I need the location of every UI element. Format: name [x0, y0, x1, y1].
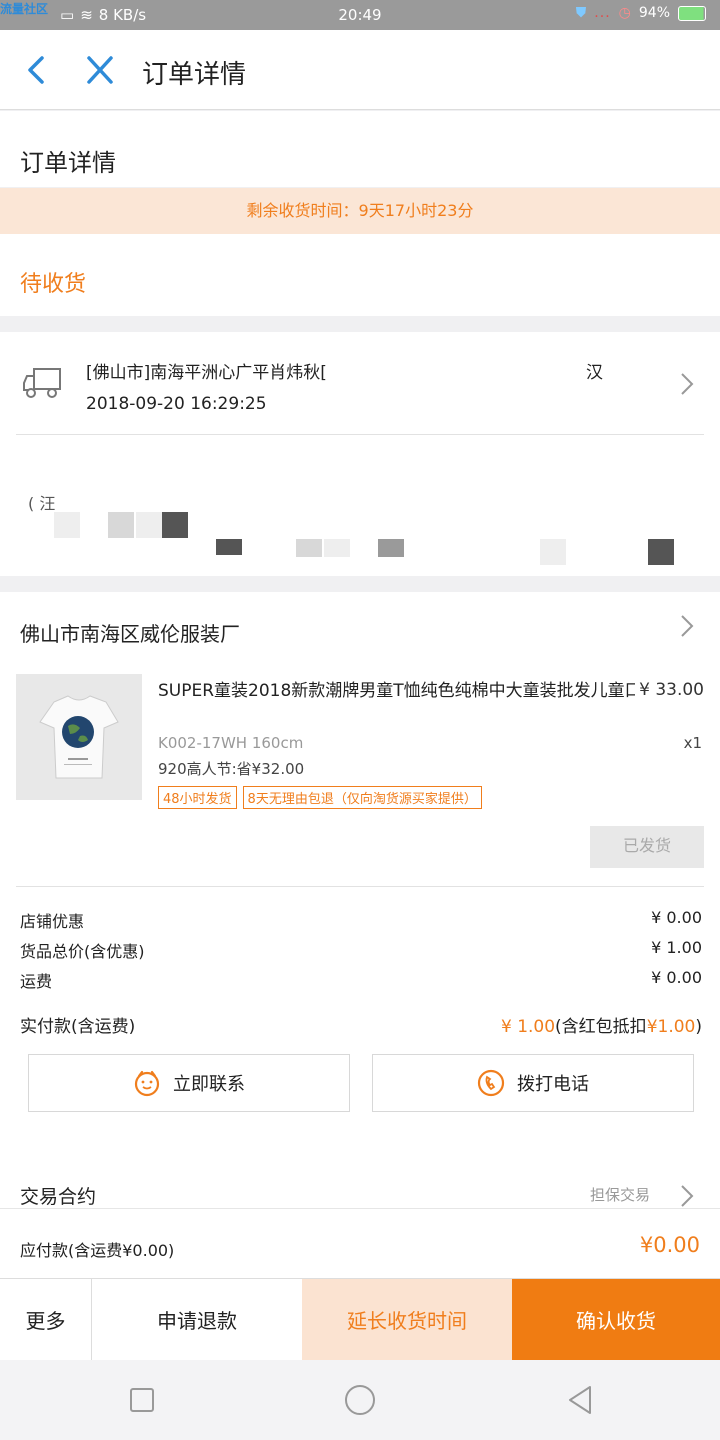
- product-title-text: SUPER童装2018新款潮牌男童T恤纯色纯棉中大童装批发儿童口袋t恤: [158, 681, 683, 701]
- contact-label: 立即联系: [173, 1074, 245, 1095]
- tshirt-image: [16, 674, 142, 800]
- battery-level: 94%: [638, 5, 670, 21]
- close-icon[interactable]: [84, 52, 116, 88]
- order-status: 待收货: [0, 234, 720, 316]
- redacted-block: [324, 539, 350, 557]
- top-nav: 订单详情: [0, 30, 720, 110]
- apply-refund-button[interactable]: 申请退款: [92, 1279, 302, 1360]
- payable-row: 应付款(含运费¥0.00) ¥0.00: [0, 1208, 720, 1278]
- fee-row-goods-total: 货品总价(含优惠) ¥ 1.00: [20, 938, 702, 962]
- payable-label: 应付款(含运费¥0.00): [20, 1241, 175, 1260]
- call-phone-button[interactable]: 拨打电话: [372, 1054, 694, 1112]
- shipped-status-button[interactable]: 已发货: [590, 826, 704, 868]
- fee-label: 运费: [20, 972, 53, 991]
- contract-label: 交易合约: [20, 1186, 97, 1208]
- fee-value: ¥ 0.00: [651, 968, 702, 987]
- truck-icon: [23, 368, 61, 398]
- redacted-block: [162, 512, 188, 538]
- product-quantity: x1: [683, 734, 702, 752]
- redacted-block: [378, 539, 404, 557]
- receive-countdown-banner: 剩余收货时间：9天17小时23分: [0, 188, 720, 234]
- status-bar: 流量社区 ▭ ≋ 8 KB/s 20:49 ⛊ ... ◷ 94%: [0, 0, 720, 30]
- fee-value: ¥ 1.00: [651, 938, 702, 957]
- trade-contract-row[interactable]: 交易合约 担保交易: [0, 1156, 720, 1208]
- fee-row-shop-discount: 店铺优惠 ¥ 0.00: [20, 908, 702, 932]
- paid-amount: ¥ 1.00: [500, 1017, 556, 1037]
- product-title[interactable]: SUPER童装2018新款潮牌男童T恤纯色纯棉中大童装批发儿童口袋t恤: [158, 678, 706, 704]
- shield-icon: ⛊: [575, 5, 587, 21]
- recent-apps-icon[interactable]: [124, 1382, 160, 1418]
- recipient-info: ( 汪: [28, 494, 56, 513]
- more-dots-icon: ...: [594, 5, 611, 21]
- chevron-right-icon[interactable]: [680, 1184, 694, 1208]
- divider: [16, 886, 704, 887]
- redacted-block: [540, 539, 566, 565]
- header-title: 订单详情: [142, 60, 247, 90]
- redacted-block: [136, 512, 162, 538]
- shop-name[interactable]: 佛山市南海区威伦服装厂: [20, 618, 240, 647]
- fee-value: ¥ 0.00: [651, 908, 702, 927]
- battery-icon: [678, 5, 706, 21]
- fee-label: 店铺优惠: [20, 912, 85, 931]
- product-sku: K002-17WH 160cm: [158, 734, 304, 752]
- extend-receive-time-button[interactable]: 延长收货时间: [302, 1279, 512, 1360]
- logistics-latest: [佛山市]南海平洲心广平肖炜秋[: [86, 363, 327, 383]
- page-title: 订单详情: [0, 111, 720, 187]
- product-price: ¥ 33.00: [635, 680, 704, 700]
- red-packet-amount: ¥1.00: [646, 1017, 696, 1037]
- more-button[interactable]: 更多: [0, 1279, 92, 1360]
- product-thumbnail[interactable]: [16, 674, 142, 800]
- alarm-icon: ◷: [618, 5, 631, 21]
- redacted-block: [296, 539, 322, 557]
- service-tags: 48小时发货 8天无理由包退（仅向淘货源买家提供）: [158, 786, 482, 809]
- chevron-right-icon[interactable]: [680, 614, 694, 638]
- red-packet-close: ): [695, 1017, 702, 1037]
- redacted-block: [648, 539, 674, 565]
- redacted-block: [108, 512, 134, 538]
- contact-seller-button[interactable]: 立即联系: [28, 1054, 350, 1112]
- logistics-time: 2018-09-20 16:29:25: [86, 394, 267, 414]
- fee-row-shipping: 运费 ¥ 0.00: [20, 968, 702, 992]
- system-nav-bar: [0, 1360, 720, 1440]
- paid-total-label: 实付款(含运费): [20, 1017, 136, 1037]
- service-tag: 8天无理由包退（仅向淘货源买家提供）: [242, 786, 482, 809]
- fee-row-paid-total: 实付款(含运费) ¥ 1.00(含红包抵扣¥1.00): [20, 1012, 702, 1037]
- logistics-section[interactable]: [佛山市]南海平洲心广平肖炜秋[ 汉 2018-09-20 16:29:25 (…: [0, 332, 720, 576]
- status-right: ⛊ ... ◷ 94%: [576, 5, 706, 21]
- contract-value: 担保交易: [589, 1186, 650, 1204]
- service-tag: 48小时发货: [158, 786, 237, 809]
- call-label: 拨打电话: [517, 1074, 589, 1095]
- bottom-action-bar: 更多 申请退款 延长收货时间 确认收货: [0, 1278, 720, 1360]
- redacted-block: [216, 539, 242, 555]
- paid-total-value: ¥ 1.00(含红包抵扣¥1.00): [501, 1012, 702, 1037]
- redacted-block: [54, 512, 80, 538]
- chat-face-icon: [134, 1070, 160, 1097]
- back-triangle-icon[interactable]: [562, 1382, 598, 1418]
- divider: [16, 434, 704, 435]
- confirm-receipt-button[interactable]: 确认收货: [512, 1279, 720, 1360]
- red-packet-note: (含红包抵扣: [555, 1017, 647, 1037]
- payable-amount: ¥0.00: [639, 1233, 700, 1257]
- promo-saving: 920高人节:省¥32.00: [158, 760, 305, 778]
- fee-label: 货品总价(含优惠): [20, 942, 145, 961]
- logistics-suffix: 汉: [586, 363, 603, 383]
- phone-icon: [477, 1069, 505, 1097]
- chevron-right-icon[interactable]: [680, 372, 694, 396]
- home-icon[interactable]: [342, 1382, 378, 1418]
- back-arrow-icon[interactable]: [22, 52, 52, 88]
